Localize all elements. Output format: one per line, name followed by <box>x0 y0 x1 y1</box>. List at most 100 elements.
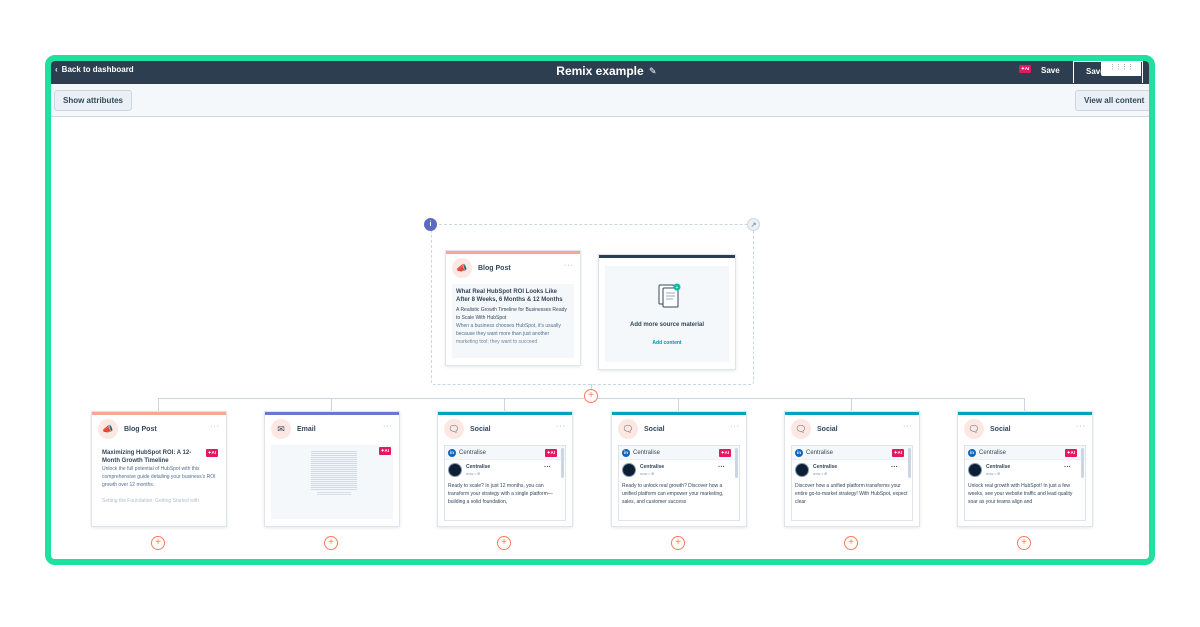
add-source-label: Add more source material <box>629 322 705 328</box>
card-type-label: Social <box>470 425 491 433</box>
view-all-content-button[interactable]: View all content <box>1075 90 1149 111</box>
card-header: 📣 Blog Post ··· <box>92 415 226 443</box>
more-options-icon[interactable]: ··· <box>903 423 913 430</box>
network-account: Centralise <box>633 449 661 456</box>
post-text: Discover how a unified platform transfor… <box>795 483 908 505</box>
documents-icon: + <box>658 283 681 308</box>
card-header: 🗨 Social ··· <box>612 415 746 443</box>
add-source-panel: + Add more source material Add content <box>605 266 729 362</box>
scrollbar[interactable] <box>908 448 911 478</box>
add-after-button[interactable]: + <box>1017 536 1031 550</box>
network-account: Centralise <box>979 449 1007 456</box>
more-options-icon[interactable]: ··· <box>564 262 574 269</box>
post-options-icon[interactable]: ··· <box>891 464 898 471</box>
ai-badge: ✦AI <box>378 447 391 455</box>
avatar <box>795 463 809 477</box>
post-options-icon[interactable]: ··· <box>544 464 551 471</box>
scrollbar[interactable] <box>735 448 738 478</box>
linkedin-icon: in <box>622 448 630 457</box>
chat-bubble-icon: 🗨 <box>618 419 638 439</box>
output-email-card[interactable]: ✉ Email ··· ✦AI <box>264 411 400 527</box>
avatar <box>448 463 462 477</box>
more-options-icon[interactable]: ··· <box>210 423 220 430</box>
info-icon[interactable]: i <box>424 218 437 231</box>
save-link[interactable]: Save <box>1041 66 1060 75</box>
email-preview: ✦AI <box>271 445 393 519</box>
add-after-button[interactable]: + <box>844 536 858 550</box>
post-text: Ready to scale? In just 12 months, you c… <box>448 483 553 505</box>
add-after-button[interactable]: + <box>324 536 338 550</box>
network-account: Centralise <box>806 449 834 456</box>
post-text: Ready to unlock real growth? Discover ho… <box>622 483 724 505</box>
scrollbar[interactable] <box>1081 448 1084 478</box>
post-options-icon[interactable]: ··· <box>1064 464 1071 471</box>
card-header: 🗨 Social ··· <box>958 415 1092 443</box>
card-type-label: Social <box>817 425 838 433</box>
output-social-card[interactable]: 🗨 Social ··· in Centralise ✦AI Centralis… <box>611 411 747 527</box>
post-meta: now • ⊕ <box>640 471 655 476</box>
account-name: Centralise <box>466 464 491 470</box>
megaphone-icon: 📣 <box>452 258 472 278</box>
account-name: Centralise <box>813 464 838 470</box>
linkedin-icon: in <box>968 448 976 457</box>
output-social-card[interactable]: 🗨 Social ··· in Centralise ✦AI Centralis… <box>437 411 573 527</box>
output-blog-card[interactable]: 📣 Blog Post ··· ✦AI Maximizing HubSpot R… <box>91 411 227 527</box>
linkedin-icon: in <box>795 448 803 457</box>
ai-badge: ✦AI <box>718 449 731 457</box>
ai-badge: ✦AI <box>544 449 557 457</box>
ai-badge: ✦AI <box>1064 449 1077 457</box>
social-preview: in Centralise ✦AI Centralise now • ⊕ ···… <box>618 445 740 521</box>
chat-bubble-icon: 🗨 <box>964 419 984 439</box>
card-type-label: Social <box>644 425 665 433</box>
blog-preview: ✦AI Maximizing HubSpot ROI: A 12-Month G… <box>98 445 220 519</box>
ai-badge: ✦AI <box>1019 65 1032 73</box>
card-type-label: Blog Post <box>478 264 511 272</box>
card-header: 🗨 Social ··· <box>438 415 572 443</box>
add-source-card[interactable]: + Add more source material Add content <box>598 254 736 370</box>
blog-title: Maximizing HubSpot ROI: A 12-Month Growt… <box>102 450 192 464</box>
card-type-label: Email <box>297 425 316 433</box>
chat-bubble-icon: 🗨 <box>444 419 464 439</box>
source-blog-card[interactable]: 📣 Blog Post ··· What Real HubSpot ROI Lo… <box>445 250 581 366</box>
toolbar: Show attributes View all content <box>51 84 1149 117</box>
ai-badge: ✦AI <box>205 449 218 457</box>
social-preview: in Centralise ✦AI Centralise now • ⊕ ···… <box>964 445 1086 521</box>
blog-title: What Real HubSpot ROI Looks Like After 8… <box>456 289 563 303</box>
post-options-icon[interactable]: ··· <box>718 464 725 471</box>
top-bar: ‹ Back to dashboard Remix example ✎ ✦AI … <box>51 61 1149 84</box>
post-meta: now • ⊕ <box>986 471 1001 476</box>
chat-bubble-icon: 🗨 <box>791 419 811 439</box>
more-options-icon[interactable]: ··· <box>556 423 566 430</box>
scrollbar[interactable] <box>561 448 564 478</box>
remix-canvas: i ↗ 📣 Blog Post ··· What Real HubSpot RO… <box>51 118 1149 559</box>
add-output-button[interactable]: + <box>584 389 598 403</box>
card-header: ✉ Email ··· <box>265 415 399 443</box>
more-options-icon[interactable]: ··· <box>730 423 740 430</box>
more-options-icon[interactable]: ··· <box>383 423 393 430</box>
show-attributes-button[interactable]: Show attributes <box>54 90 133 111</box>
avatar <box>968 463 982 477</box>
linkedin-icon: in <box>448 448 456 457</box>
ai-badge: ✦AI <box>891 449 904 457</box>
expand-icon[interactable]: ↗ <box>747 218 760 231</box>
add-after-button[interactable]: + <box>671 536 685 550</box>
output-social-card[interactable]: 🗨 Social ··· in Centralise ✦AI Centralis… <box>957 411 1093 527</box>
email-thumbnail <box>311 451 357 491</box>
post-text: Unlock real growth with HubSpot! In just… <box>968 483 1073 505</box>
svg-text:+: + <box>676 285 679 291</box>
blog-body-text-2: Setting the Foundation: Getting Started … <box>102 498 200 504</box>
add-after-button[interactable]: + <box>151 536 165 550</box>
add-after-button[interactable]: + <box>497 536 511 550</box>
card-type-label: Social <box>990 425 1011 433</box>
grid-menu-icon[interactable]: ⋮⋮⋮⋮ <box>1101 62 1141 76</box>
card-header: 📣 Blog Post ··· <box>446 254 580 282</box>
blog-preview: What Real HubSpot ROI Looks Like After 8… <box>452 284 574 358</box>
post-meta: now • ⊕ <box>466 471 481 476</box>
more-options-icon[interactable]: ··· <box>1076 423 1086 430</box>
blog-body-text: Unlock the full potential of HubSpot wit… <box>102 466 216 488</box>
social-preview: in Centralise ✦AI Centralise now • ⊕ ···… <box>791 445 913 521</box>
add-content-link[interactable]: Add content <box>605 340 729 346</box>
social-preview: in Centralise ✦AI Centralise now • ⊕ ···… <box>444 445 566 521</box>
pencil-icon[interactable]: ✎ <box>649 66 657 77</box>
output-social-card[interactable]: 🗨 Social ··· in Centralise ✦AI Centralis… <box>784 411 920 527</box>
